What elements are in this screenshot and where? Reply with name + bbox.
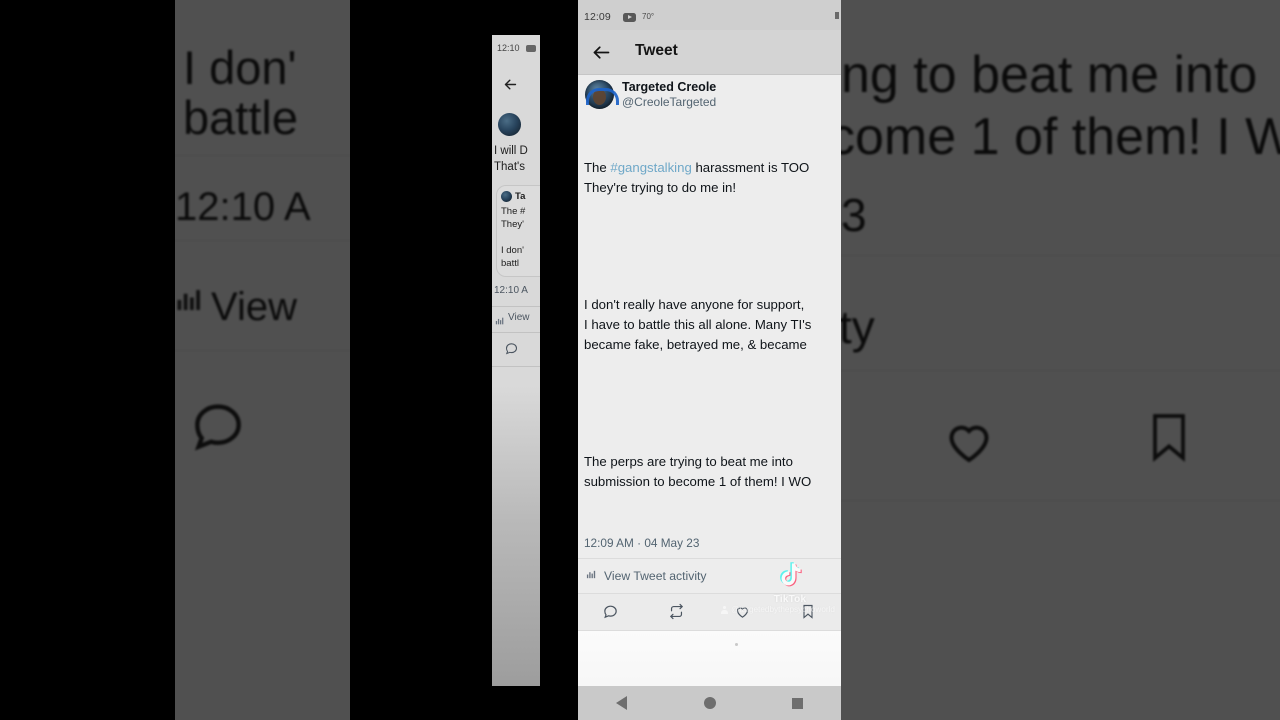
backdrop-right-line-1: ng to beat me into [841,46,1258,104]
secondary-avatar[interactable] [498,113,521,136]
background-blur-left: I don' battle 12:10 A View [175,0,350,720]
bar-chart-icon [586,567,597,585]
backdrop-right-divider-2 [841,370,1280,371]
backdrop-left-bar-chart-icon [175,285,205,320]
secondary-divider-3 [492,366,540,367]
tiktok-username-label: @targetedbythepsychoworld [731,605,835,614]
tweet-paragraph-2: I don't really have anyone for support, … [584,297,812,352]
backdrop-left-divider-2 [175,240,350,241]
tiktok-watermark: TikTok [767,561,813,605]
android-nav-bar [578,686,841,720]
backdrop-left-sheet: I don' battle 12:10 A View [175,0,350,720]
secondary-status-time: 12:10 [497,43,520,53]
background-blur-right: ng to beat me into come 1 of them! I WO … [841,0,1280,720]
backdrop-left-divider-1 [175,155,350,156]
backdrop-left-comment-icon [187,395,249,462]
status-bar-battery-icon [835,12,839,19]
screenshot-root: I don' battle 12:10 A View ng to beat me… [0,0,1280,720]
tweet-paragraph-3: The perps are trying to beat me into sub… [584,454,812,489]
tweet-paragraph-gap-1 [584,237,836,257]
backdrop-right-divider-1 [841,255,1280,256]
nav-home-button[interactable] [666,697,754,709]
tweet-paragraph-gap-2 [584,393,836,413]
secondary-quote-name: Ta [515,191,526,202]
secondary-tweet-panel[interactable]: 12:10 I will D That's Ta The # They' I d… [492,35,540,686]
status-bar-time: 12:09 [584,11,611,23]
backdrop-left-timestamp: 12:10 A [175,185,311,229]
status-bar: 12:09 70° [578,0,841,30]
backdrop-right-line-3: 3 [841,189,867,241]
secondary-comment-icon[interactable] [504,341,519,361]
backdrop-right-sheet: ng to beat me into come 1 of them! I WO … [841,0,1280,720]
secondary-quote-line-4: battl [501,258,519,269]
secondary-activity-label[interactable]: View [508,312,530,323]
author-handle: @CreoleTargeted [622,95,717,109]
secondary-quote-avatar [501,191,512,202]
secondary-status-media-icon [526,45,536,52]
nav-recents-button[interactable] [753,697,841,709]
tiktok-brand-label: TikTok [773,594,807,605]
hashtag-link[interactable]: #gangstalking [610,160,691,175]
tweet-timestamp: 12:09 AM · 04 May 23 [578,530,841,560]
backdrop-left-line-2: battle [183,91,298,144]
secondary-divider-2 [492,332,540,333]
secondary-line-1: I will D [494,145,528,157]
secondary-bar-chart-icon [495,313,505,331]
back-arrow-icon[interactable] [591,42,612,63]
reply-button[interactable] [578,603,644,620]
secondary-quote-line-1: The # [501,206,526,217]
avatar[interactable] [585,80,619,109]
nav-back-triangle-icon [616,696,628,710]
tiktok-username-watermark: @targetedbythepsychoworld [721,605,835,614]
backdrop-right-heart-icon [939,410,999,475]
backdrop-left-divider-3 [175,350,350,351]
avatar-headphones [586,88,619,105]
backdrop-right-divider-3 [841,500,1280,501]
nav-back-button[interactable] [578,696,666,710]
backdrop-right-bookmark-icon [1141,408,1197,471]
page-title: Tweet [635,42,678,59]
secondary-quote-line-2: They' [501,219,524,230]
view-tweet-activity-label: View Tweet activity [604,569,707,584]
author-display-name: Targeted Creole [622,80,717,94]
retweet-button[interactable] [644,603,710,620]
status-bar-temperature: 70° [642,12,655,21]
secondary-panel-gradient [492,386,540,686]
tweet-p1-prefix: The [584,160,611,176]
secondary-back-arrow-icon[interactable] [502,76,519,98]
youtube-icon [623,13,636,22]
app-bar: Tweet [578,30,841,75]
tweet-text: The #gangstalking harassment is TOO They… [578,119,841,530]
tweet-detail: Targeted Creole @CreoleTargeted The #gan… [578,75,841,632]
person-icon [721,605,729,614]
nav-recents-square-icon [791,697,803,709]
backdrop-right-line-2: come 1 of them! I WO [841,108,1280,166]
secondary-timestamp: 12:10 A [494,285,528,296]
tweet-paragraph-1: The #gangstalking harassment is TOO They… [584,158,836,197]
secondary-line-2: That's [494,161,525,173]
phone-screen: 12:09 70° Tweet Targeted Creole @CreoleT… [578,0,841,720]
nav-home-circle-icon [703,697,716,709]
backdrop-left-line-1: I don' [183,41,297,94]
secondary-divider-1 [492,306,540,307]
loading-dot [735,643,738,647]
tiktok-logo-icon [775,561,805,593]
backdrop-left-activity-label: View [211,285,297,329]
backdrop-right-line-4: ty [841,301,875,353]
secondary-quote-line-3: I don' [501,245,524,256]
tweet-author[interactable]: Targeted Creole @CreoleTargeted [578,75,841,119]
